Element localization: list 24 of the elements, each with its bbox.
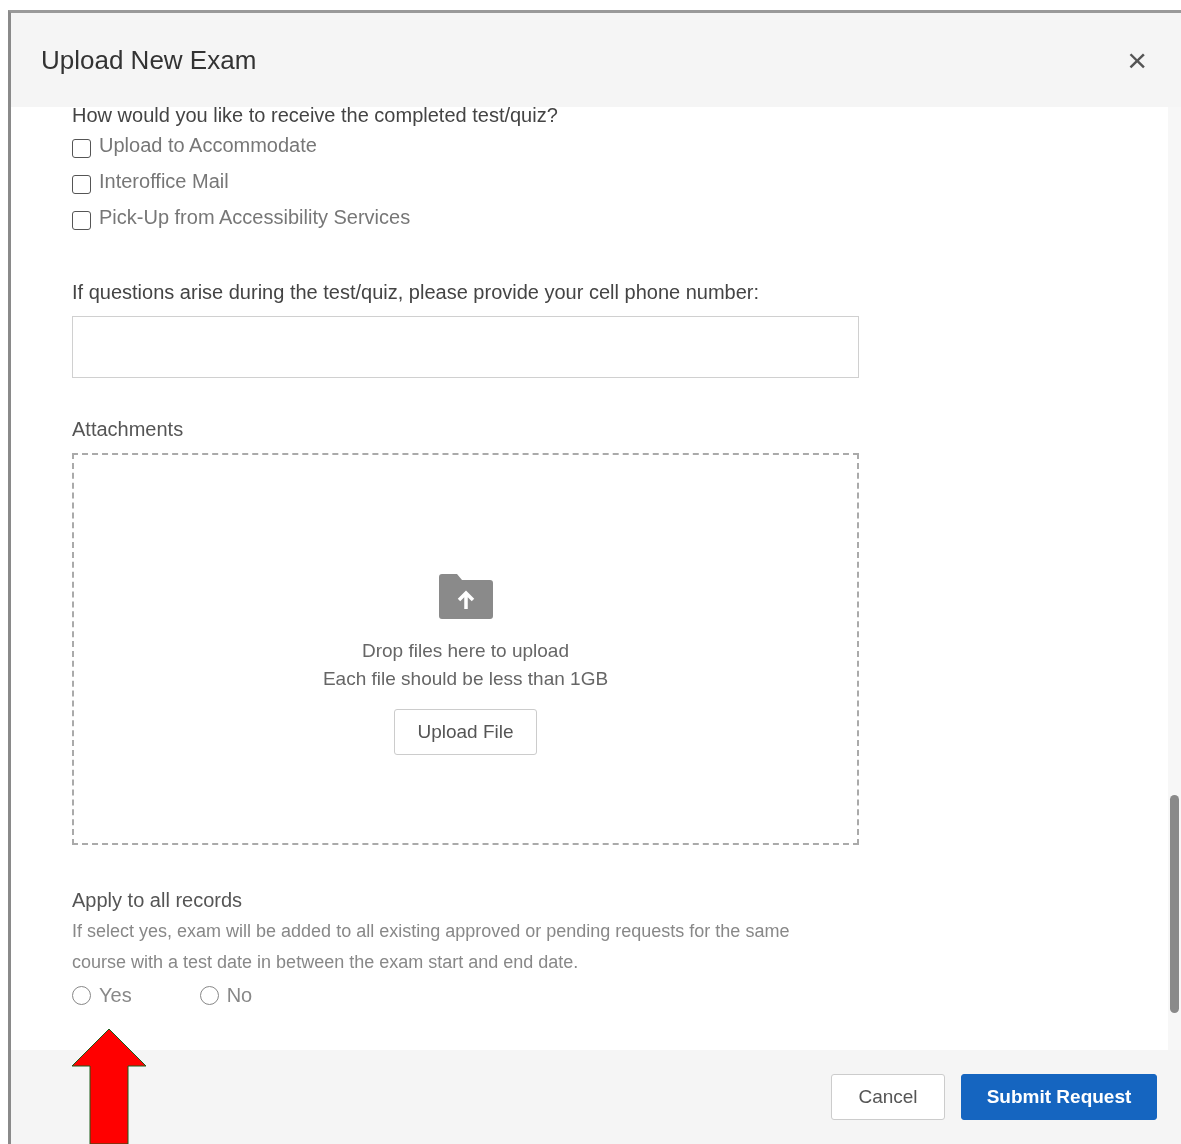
checkbox[interactable] xyxy=(72,174,91,194)
radio-option[interactable]: No xyxy=(199,984,253,1007)
field-label: If questions arise during the test/quiz, please provide your cell phone number: xyxy=(72,281,761,304)
checkbox-label: Pick-Up from Accessibility Services xyxy=(99,205,411,229)
upload-file-button[interactable]: Upload File xyxy=(394,709,537,755)
field-label: Attachments xyxy=(72,418,185,441)
folder-upload-icon xyxy=(438,573,493,619)
question-text: How would you like to receive the completed test/quiz? xyxy=(72,107,559,127)
checkbox-label: Interoffice Mail xyxy=(99,169,229,193)
scrollbar-thumb[interactable] xyxy=(1170,795,1179,1013)
submit-button[interactable]: Submit Request xyxy=(961,1074,1157,1120)
dialog-title: Upload New Exam xyxy=(41,44,257,76)
field-label: Apply to all records xyxy=(72,889,244,912)
cancel-button[interactable]: Cancel xyxy=(831,1074,945,1120)
file-drop-zone[interactable]: Drop files here to upload Each file should be less than 1GB Upload File xyxy=(72,453,859,845)
phone-input-field[interactable] xyxy=(72,316,859,378)
radio-option[interactable]: Yes xyxy=(72,984,132,1007)
size-hint: Each file should be less than 1GB xyxy=(322,667,609,691)
checkbox-label: Upload to Accommodate xyxy=(99,133,317,157)
help-text: If select yes, exam will be added to all existing approved or pending requests for the same course with a test date in between the exam start and end date. xyxy=(72,920,791,974)
close-button[interactable]: × xyxy=(1127,43,1147,77)
drop-instructions: Drop files here to upload xyxy=(362,639,569,663)
checkbox[interactable] xyxy=(72,210,91,230)
checkbox[interactable] xyxy=(72,138,91,158)
